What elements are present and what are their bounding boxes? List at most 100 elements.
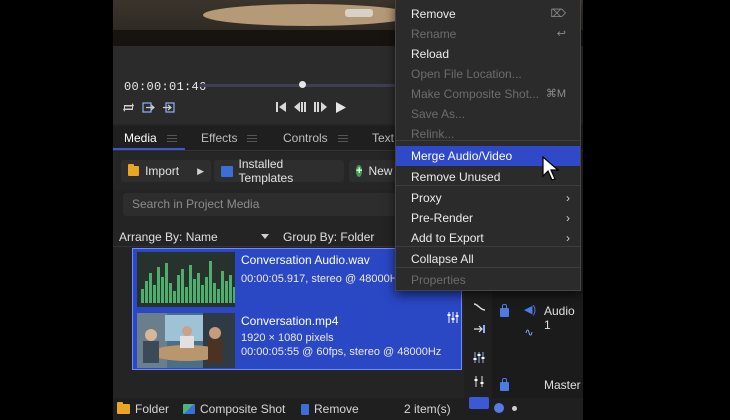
media-item-resolution: 1920 × 1080 pixels	[241, 332, 334, 344]
remove-button[interactable]: Remove	[301, 402, 359, 416]
chevron-right-icon[interactable]: ▶	[197, 166, 204, 177]
menu-item-label: Remove Unused	[411, 170, 501, 184]
new-label: New	[368, 164, 393, 178]
active-tab-indicator	[113, 148, 185, 150]
composite-shot-button[interactable]: Composite Shot	[183, 402, 285, 416]
chevron-right-icon: ›	[566, 191, 570, 205]
waveform-bar	[225, 281, 228, 303]
group-by-select[interactable]: Group By: Folder	[283, 230, 374, 244]
menu-item-label: Save As...	[411, 107, 466, 121]
chevron-down-icon[interactable]	[261, 234, 269, 239]
folder-icon	[128, 164, 140, 176]
new-button[interactable]: + New	[349, 160, 399, 182]
menu-item-label: Rename	[411, 27, 457, 41]
item-count-label: 2 item(s)	[404, 402, 451, 416]
video-thumbnail	[137, 313, 235, 368]
plus-icon: +	[356, 165, 363, 177]
menu-item-properties: Properties	[396, 270, 580, 290]
audio-waveform-thumbnail	[137, 252, 235, 307]
waveform-bar	[181, 269, 184, 303]
media-item-video[interactable]: Conversation.mp4 1920 × 1080 pixels 00:0…	[133, 310, 463, 370]
preview-mug	[345, 9, 373, 17]
step-back-icon[interactable]	[293, 100, 307, 114]
chevron-right-icon: ›	[566, 211, 570, 225]
mixer-icon[interactable]	[472, 352, 486, 366]
import-label: Import	[145, 164, 180, 178]
menu-item-label: Proxy	[411, 191, 442, 205]
menu-item-label: Remove	[411, 7, 456, 21]
zoom-out-icon[interactable]	[494, 403, 504, 413]
menu-item-label: Properties	[411, 273, 466, 287]
menu-item-add-to-export[interactable]: Add to Export ›	[396, 228, 580, 248]
timeline-tools	[464, 290, 492, 398]
mark-in-icon[interactable]	[141, 100, 155, 114]
tab-controls[interactable]: Controls	[283, 126, 348, 151]
menu-item-make-composite-shot: Make Composite Shot... ⌘M	[396, 84, 580, 104]
speaker-icon[interactable]: ◀)	[524, 305, 536, 316]
tab-effects[interactable]: Effects	[201, 126, 258, 151]
tab-menu-icon[interactable]	[247, 135, 258, 142]
waveform-bar	[197, 273, 200, 303]
menu-item-shortcut: ⌘M	[545, 88, 566, 100]
waveform-bar	[185, 287, 188, 303]
step-forward-icon[interactable]	[313, 100, 327, 114]
lock-icon[interactable]	[500, 304, 509, 317]
menu-item-save-as: Save As...	[396, 104, 580, 124]
waveform-bar	[161, 277, 164, 303]
menu-item-shortcut: ↩	[556, 28, 566, 40]
waveform-bar	[233, 287, 235, 303]
menu-separator	[396, 140, 580, 141]
menu-item-proxy[interactable]: Proxy ›	[396, 188, 580, 208]
waveform-bar	[229, 275, 232, 303]
new-folder-button[interactable]: Folder	[117, 402, 169, 416]
menu-item-collapse-all[interactable]: Collapse All	[396, 249, 580, 269]
menu-separator	[396, 246, 580, 247]
menu-item-reload[interactable]: Reload	[396, 44, 580, 64]
waveform-bar	[177, 275, 180, 303]
templates-icon	[221, 165, 233, 177]
waveform-bar	[145, 281, 148, 303]
menu-item-pre-render[interactable]: Pre-Render ›	[396, 208, 580, 228]
skip-back-icon[interactable]	[275, 100, 287, 114]
loop-icon[interactable]	[121, 100, 135, 114]
menu-item-label: Open File Location...	[411, 67, 522, 81]
timeline-panel: ◀) Audio 1 ∿ Master	[464, 290, 583, 398]
tab-effects-label: Effects	[201, 131, 238, 145]
menu-item-rename: Rename ↩	[396, 24, 580, 44]
waveform-bar	[193, 279, 196, 303]
chevron-right-icon: ›	[566, 231, 570, 245]
zoom-slider-knob[interactable]	[512, 406, 517, 411]
menu-item-label: Make Composite Shot...	[411, 87, 540, 101]
waveform-bar	[157, 267, 160, 303]
track-view-toggle[interactable]	[469, 397, 489, 409]
installed-templates-button[interactable]: Installed Templates	[214, 157, 344, 185]
search-input[interactable]: Search in Project Media	[123, 193, 423, 216]
play-icon[interactable]	[335, 100, 347, 114]
menu-item-label: Merge Audio/Video	[411, 149, 513, 163]
menu-item-label: Relink...	[411, 127, 455, 141]
adjustments-icon[interactable]	[447, 312, 459, 326]
tab-text[interactable]: Text	[372, 126, 394, 151]
tab-menu-icon[interactable]	[337, 135, 348, 142]
waveform-bar	[169, 283, 172, 303]
menu-item-remove[interactable]: Remove ⌦	[396, 4, 580, 24]
mouse-cursor-icon	[542, 156, 560, 181]
tab-menu-icon[interactable]	[166, 135, 177, 142]
menu-item-relink: Relink...	[396, 124, 580, 144]
timecode-display: 00:00:01:46	[124, 80, 207, 94]
templates-label: Installed Templates	[238, 157, 294, 185]
waveform-icon[interactable]: ∿	[522, 326, 536, 340]
import-button[interactable]: Import ▶	[121, 160, 211, 182]
lock-icon[interactable]	[500, 378, 509, 391]
menu-item-label: Reload	[411, 47, 450, 61]
waveform-bar	[217, 289, 220, 303]
waveform-bar	[149, 273, 152, 303]
arrange-by-select[interactable]: Arrange By: Name	[119, 230, 218, 244]
levels-icon[interactable]	[472, 376, 486, 390]
playhead-knob[interactable]	[299, 81, 306, 88]
curve-icon[interactable]	[472, 302, 486, 316]
tab-controls-label: Controls	[283, 131, 328, 145]
mark-out-icon[interactable]	[161, 100, 175, 114]
master-track-name: Master	[544, 378, 581, 392]
razor-icon[interactable]	[472, 324, 486, 338]
